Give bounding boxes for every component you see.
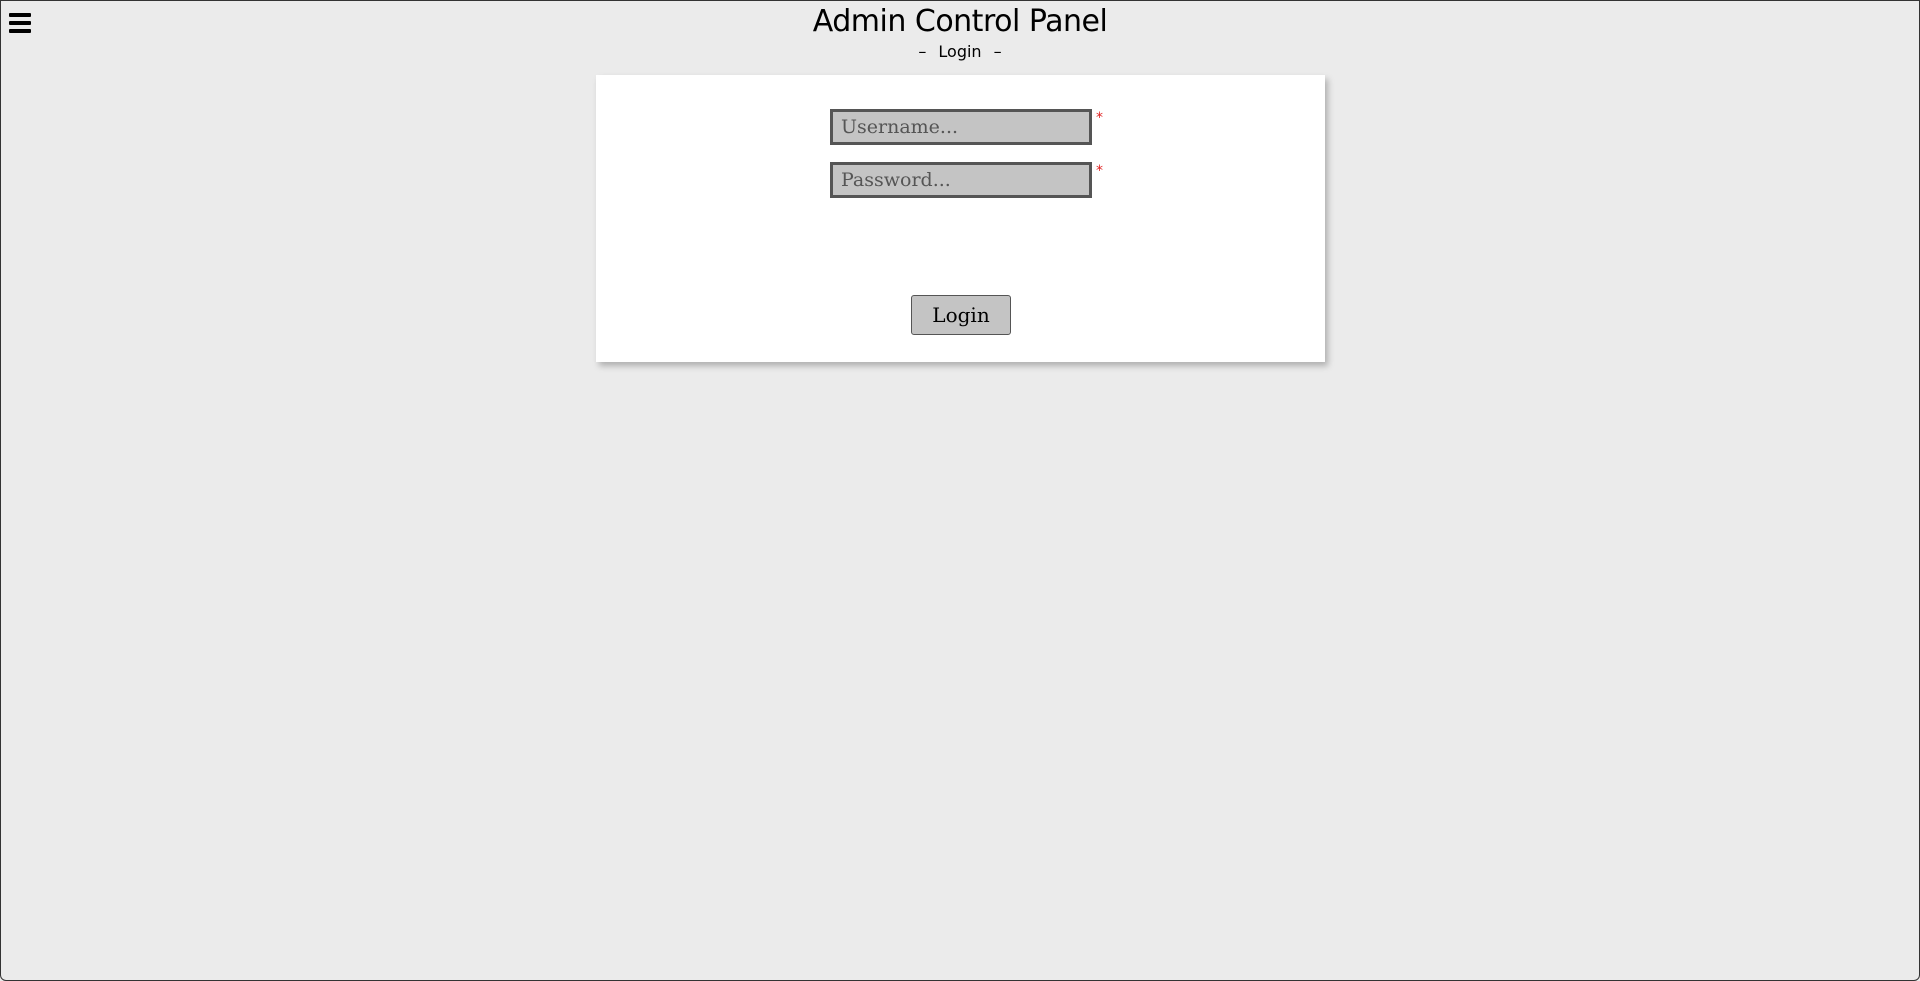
- page-title: Admin Control Panel: [812, 4, 1108, 39]
- username-row: *: [830, 109, 1120, 145]
- username-required-mark: *: [1096, 110, 1103, 126]
- subtitle-dash-right: –: [993, 42, 1002, 61]
- subtitle-dash-left: –: [918, 42, 927, 61]
- login-button[interactable]: Login: [911, 295, 1011, 335]
- username-field[interactable]: [830, 109, 1092, 145]
- page-subtitle: – Login –: [1, 42, 1919, 62]
- password-row: *: [830, 162, 1120, 198]
- app-window: Admin Control Panel –Login– * * Login: [0, 0, 1920, 981]
- subtitle-text: Login: [938, 42, 982, 61]
- password-required-mark: *: [1096, 163, 1103, 179]
- password-field[interactable]: [830, 162, 1092, 198]
- login-card: * * Login: [596, 75, 1325, 362]
- page-header: Admin Control Panel – Login –: [1, 3, 1919, 62]
